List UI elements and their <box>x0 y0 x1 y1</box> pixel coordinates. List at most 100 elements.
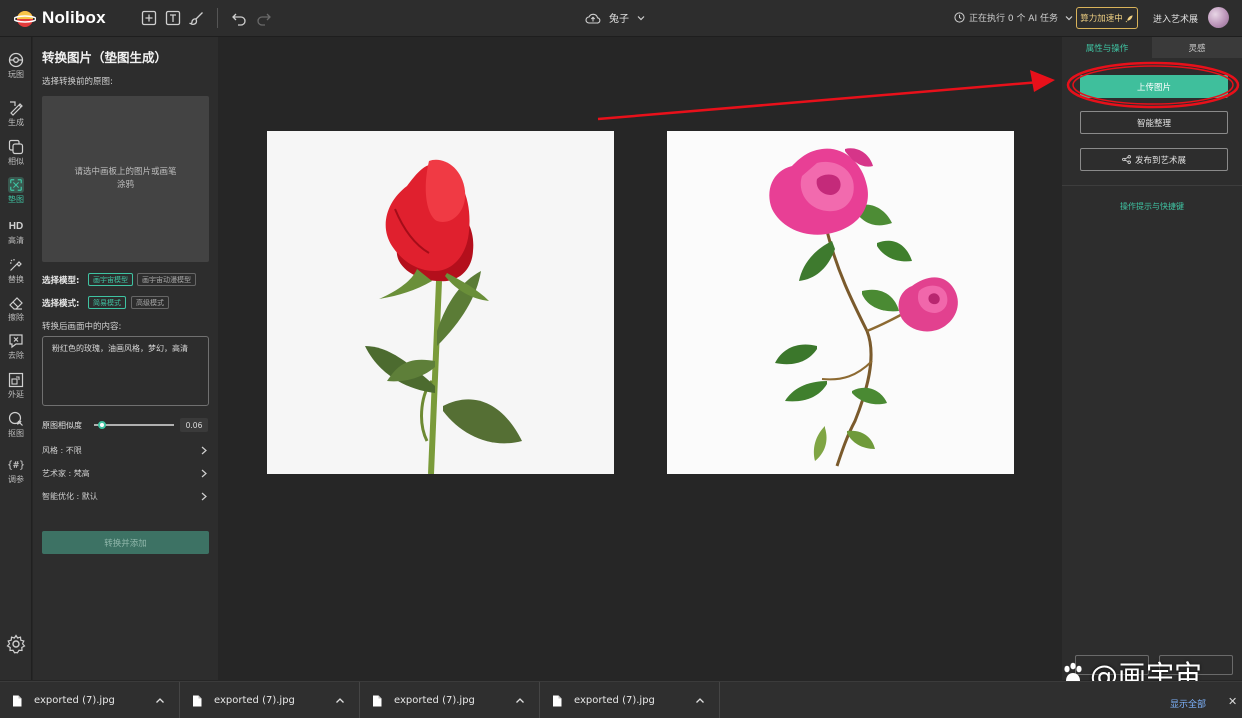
download-item[interactable]: exported (7).jpg <box>540 682 720 718</box>
rail-item-replace[interactable]: 替换 <box>0 257 32 293</box>
top-bar: Nolibox 兔子 正在执行 0 个 AI 任务 算力加速中 进入艺术展 <box>0 0 1242 37</box>
pink-rose-illustration <box>667 131 1014 474</box>
chevron-up-icon[interactable] <box>335 696 345 706</box>
upload-image-button[interactable]: 上传图片 <box>1080 75 1228 98</box>
download-item[interactable]: exported (7).jpg <box>360 682 540 718</box>
share-icon <box>1122 155 1131 164</box>
close-icon[interactable]: ✕ <box>1228 695 1237 708</box>
tab-inspiration[interactable]: 灵感 <box>1152 37 1242 58</box>
artist-option-row[interactable]: 艺术家 : 梵高 <box>42 466 207 480</box>
model-option-universe[interactable]: 画宇宙模型 <box>88 273 133 286</box>
file-icon <box>193 695 202 706</box>
rail-item-outpaint[interactable]: 外延 <box>0 372 32 408</box>
compute-boost-badge[interactable]: 算力加速中 <box>1076 7 1138 29</box>
mode-option-simple[interactable]: 简易模式 <box>88 296 126 309</box>
gear-icon[interactable] <box>6 634 26 654</box>
add-frame-icon[interactable] <box>141 10 157 26</box>
right-panel-tabs: 属性与操作 灵感 <box>1062 37 1242 58</box>
enter-art-exhibition-link[interactable]: 进入艺术展 <box>1153 12 1198 25</box>
download-bar: exported (7).jpg exported (7).jpg export… <box>0 681 1242 718</box>
similarity-slider-track[interactable] <box>94 424 174 426</box>
shortcuts-hint-link[interactable]: 操作提示与快捷键 <box>1062 201 1242 212</box>
cutout-icon <box>8 411 23 426</box>
replace-icon <box>10 259 22 271</box>
similarity-value[interactable]: 0.06 <box>180 418 208 432</box>
rail-label: 高清 <box>8 236 24 245</box>
similar-icon <box>8 139 24 155</box>
params-icon: {#} <box>6 459 26 471</box>
cloud-upload-icon <box>585 13 601 24</box>
content-label: 转换后画面中的内容: <box>42 322 122 332</box>
brush-icon[interactable] <box>189 10 205 26</box>
add-text-icon[interactable] <box>165 10 181 26</box>
chevron-down-icon <box>1065 15 1073 20</box>
file-icon <box>553 695 562 706</box>
rail-label: 去除 <box>8 351 24 360</box>
pad-image-panel: 转换图片（垫图生成） 选择转换前的原图: 请选中画板上的图片或画笔涂鸦 选择模型… <box>33 37 218 680</box>
convert-and-add-button[interactable]: 转换并添加 <box>42 531 209 554</box>
mode-label: 选择模式: <box>42 299 80 309</box>
clock-icon <box>954 12 965 23</box>
download-item[interactable]: exported (7).jpg <box>180 682 360 718</box>
chevron-up-icon[interactable] <box>155 696 165 706</box>
model-option-anime[interactable]: 画宇宙动漫模型 <box>137 273 196 286</box>
source-rose-image[interactable] <box>267 131 614 475</box>
canvas-area[interactable] <box>219 37 1061 680</box>
model-label: 选择模型: <box>42 276 80 286</box>
source-image-dropzone[interactable]: 请选中画板上的图片或画笔涂鸦 <box>42 96 209 262</box>
rail-item-cutout[interactable]: 抠图 <box>0 411 32 447</box>
project-selector[interactable]: 兔子 <box>585 10 645 25</box>
chevron-right-icon <box>201 492 207 500</box>
artist-option-label: 艺术家 : 梵高 <box>42 468 90 478</box>
ai-task-status[interactable]: 正在执行 0 个 AI 任务 <box>954 11 1073 24</box>
rail-label: 调参 <box>8 475 24 484</box>
panel-title: 转换图片（垫图生成） <box>42 50 168 65</box>
download-filename: exported (7).jpg <box>394 695 475 706</box>
rail-label: 外延 <box>8 390 24 399</box>
rail-item-similar[interactable]: 相似 <box>0 139 32 175</box>
project-name: 兔子 <box>609 14 629 25</box>
optimize-option-row[interactable]: 智能优化 : 默认 <box>42 489 207 503</box>
pad-image-icon <box>8 177 24 193</box>
smart-organize-button[interactable]: 智能整理 <box>1080 111 1228 134</box>
style-option-row[interactable]: 风格 : 不限 <box>42 443 207 457</box>
rail-item-pad-image[interactable]: 垫图 <box>0 177 32 213</box>
chevron-up-icon[interactable] <box>515 696 525 706</box>
similarity-slider-thumb[interactable] <box>97 421 106 429</box>
avatar[interactable] <box>1208 7 1229 28</box>
download-item[interactable]: exported (7).jpg <box>0 682 180 718</box>
toolbar-separator <box>217 8 218 28</box>
prompt-textarea[interactable]: 粉红色的玫瑰，油画风格，梦幻，高清 <box>42 336 209 406</box>
generate-icon <box>10 101 23 116</box>
redo-icon[interactable] <box>256 10 272 26</box>
generated-rose-image[interactable] <box>667 131 1014 474</box>
rail-item-remove[interactable]: 去除 <box>0 333 32 369</box>
rail-label: 玩图 <box>8 70 24 79</box>
app-name: Nolibox <box>42 8 106 27</box>
undo-icon[interactable] <box>231 10 247 26</box>
right-panel-divider <box>1062 185 1242 186</box>
tab-properties[interactable]: 属性与操作 <box>1062 37 1152 58</box>
tool-rail: 玩图 生成 相似 垫图 HD 高清 替换 擦除 去除 外延 抠图 {#} 调参 <box>0 37 32 680</box>
file-icon <box>13 695 22 706</box>
rail-item-erase[interactable]: 擦除 <box>0 295 32 331</box>
rail-item-params[interactable]: {#} 调参 <box>0 457 32 493</box>
chevron-right-icon <box>201 446 207 454</box>
rail-label: 替换 <box>8 275 24 284</box>
chevron-up-icon[interactable] <box>695 696 705 706</box>
show-all-downloads-link[interactable]: 显示全部 <box>1170 697 1206 710</box>
logo[interactable]: Nolibox <box>14 8 106 28</box>
play-image-icon <box>8 52 24 68</box>
rail-label: 相似 <box>8 157 24 166</box>
rail-item-generate[interactable]: 生成 <box>0 100 32 136</box>
app-window: Nolibox 兔子 正在执行 0 个 AI 任务 算力加速中 进入艺术展 玩图 <box>0 0 1242 718</box>
rail-label: 抠图 <box>8 429 24 438</box>
publish-to-exhibition-button[interactable]: 发布到艺术展 <box>1080 148 1228 171</box>
mode-option-advanced[interactable]: 高级模式 <box>131 296 169 309</box>
rail-item-play[interactable]: 玩图 <box>0 52 32 88</box>
dropzone-text: 请选中画板上的图片或画笔涂鸦 <box>74 167 177 190</box>
file-icon <box>373 695 382 706</box>
rail-item-hd[interactable]: HD 高清 <box>0 218 32 254</box>
chevron-right-icon <box>201 469 207 477</box>
download-filename: exported (7).jpg <box>214 695 295 706</box>
